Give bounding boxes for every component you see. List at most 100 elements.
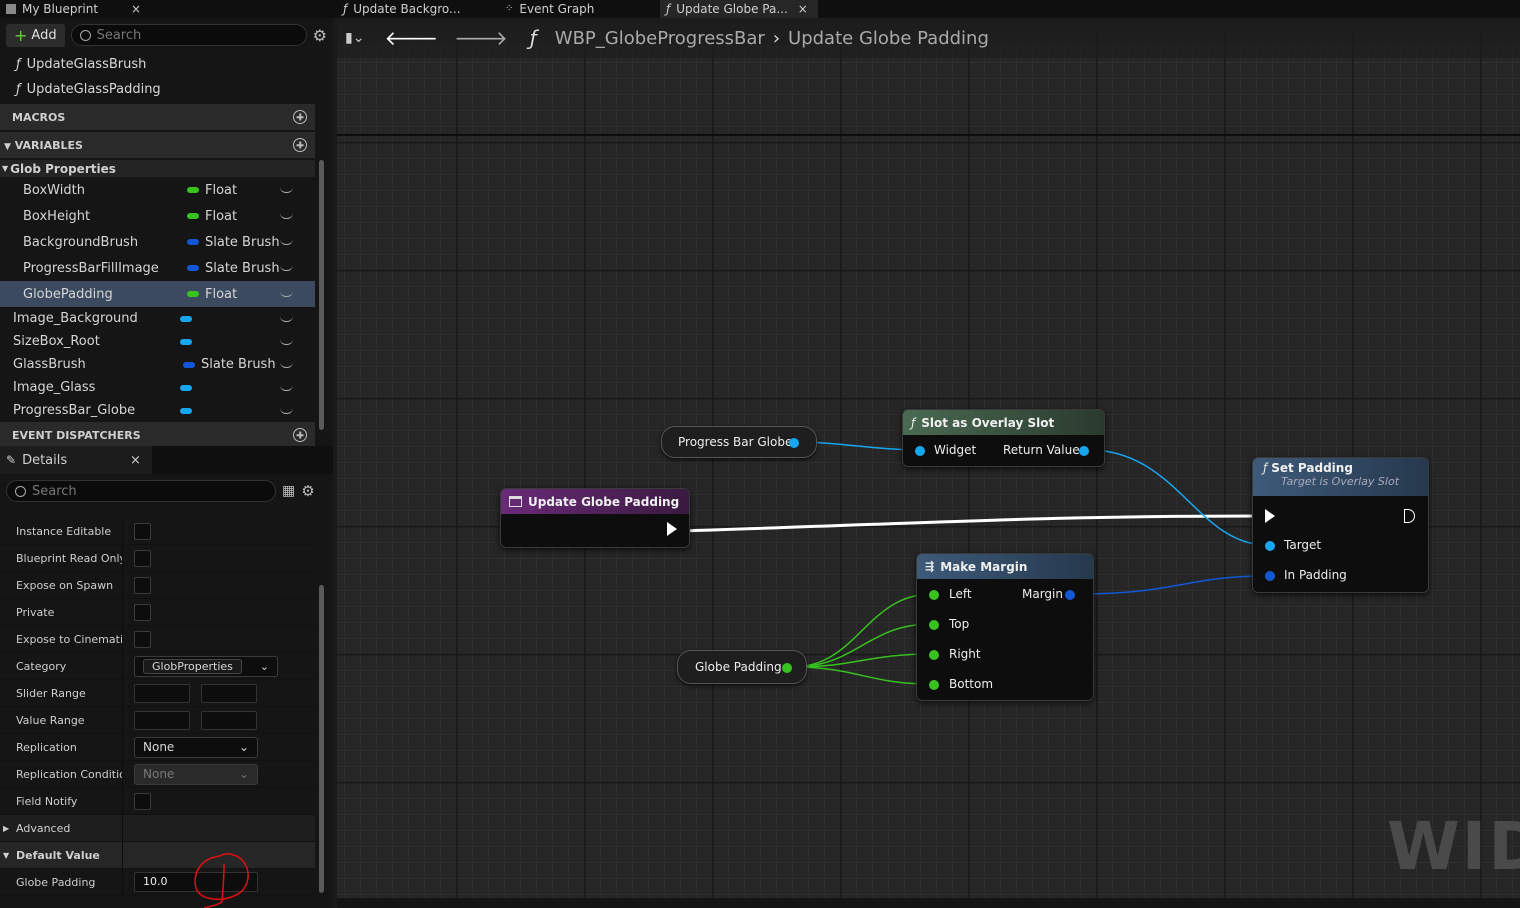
advanced-section[interactable]: ▶ Advanced	[0, 815, 315, 842]
variable-type-pin-icon	[180, 407, 192, 414]
table-view-icon[interactable]: ▦	[282, 483, 295, 499]
variable-item[interactable]: BackgroundBrush Slate Brush	[0, 229, 315, 255]
exec-out-pin-icon[interactable]	[667, 522, 677, 536]
widget-pin-icon[interactable]	[915, 446, 925, 456]
globe-padding-row: Globe Padding 10.0	[0, 869, 315, 896]
tab-update-background[interactable]: ƒ Update Backgro...	[337, 0, 487, 18]
close-icon[interactable]: ×	[130, 453, 141, 468]
category-row: Category GlobProperties ⌄	[0, 653, 315, 680]
bottom-pin-icon[interactable]	[929, 680, 939, 690]
exec-out-pin-icon[interactable]	[1404, 509, 1415, 523]
progress-bar-globe-getter[interactable]: Progress Bar Globe	[661, 426, 817, 458]
eye-closed-icon[interactable]	[280, 408, 293, 414]
variable-item[interactable]: BoxHeight Float	[0, 203, 315, 229]
slider-range-min[interactable]	[134, 683, 190, 703]
replication-condition-select[interactable]: None ⌄	[134, 763, 258, 785]
eye-closed-icon[interactable]	[280, 316, 293, 322]
variable-item[interactable]: SizeBox_Root	[0, 330, 315, 353]
slider-range-max[interactable]	[201, 683, 257, 703]
property-label: Replication Condition	[16, 767, 122, 781]
section-label: EVENT DISPATCHERS	[12, 428, 141, 442]
variable-item[interactable]: Image_Background	[0, 307, 315, 330]
return-pin-icon[interactable]	[1079, 446, 1089, 456]
make-margin-node[interactable]: ⇶ Make Margin Left Margin Top Right Bott…	[916, 553, 1094, 701]
slot-as-overlay-node[interactable]: ƒ Slot as Overlay Slot Widget Return Val…	[902, 409, 1105, 467]
function-item[interactable]: ƒ UpdateGlassBrush	[0, 52, 333, 77]
replication-select[interactable]: None ⌄	[134, 736, 258, 758]
macros-section[interactable]: MACROS	[0, 104, 315, 132]
object-wire[interactable]	[1088, 449, 1268, 546]
my-blueprint-tab[interactable]: My Blueprint ×	[0, 0, 333, 18]
eye-closed-icon[interactable]	[280, 187, 293, 193]
eye-closed-icon[interactable]	[280, 362, 293, 368]
variable-item[interactable]: GlobePadding Float	[0, 281, 315, 307]
details-tab[interactable]: ✎ Details ×	[0, 446, 152, 474]
add-macro-icon[interactable]	[293, 110, 307, 124]
variable-item[interactable]: ProgressBarFillImage Slate Brush	[0, 255, 315, 281]
expose-on-spawn-checkbox[interactable]	[134, 576, 151, 594]
close-icon[interactable]: ×	[798, 2, 808, 16]
float-wire[interactable]	[792, 666, 933, 685]
eye-closed-icon[interactable]	[280, 385, 293, 391]
default-value-section[interactable]: ▼ Default Value	[0, 842, 315, 869]
left-pin-icon[interactable]	[929, 590, 939, 600]
variables-section[interactable]: ▼ VARIABLES	[0, 132, 315, 160]
graph-canvas[interactable]: ▮⌄ 🡐 🡒 ƒ WBP_GlobeProgressBar › Update G…	[337, 18, 1520, 908]
variable-item[interactable]: Image_Glass	[0, 376, 315, 399]
add-dispatcher-icon[interactable]	[293, 428, 307, 442]
eye-closed-icon[interactable]	[280, 213, 293, 219]
margin-pin-icon[interactable]	[1065, 590, 1075, 600]
value-range-max[interactable]	[201, 710, 257, 730]
eye-closed-icon[interactable]	[280, 239, 293, 245]
globe-padding-getter[interactable]: Globe Padding	[677, 650, 807, 684]
expose-cinematics-checkbox[interactable]	[134, 630, 151, 648]
details-scrollbar[interactable]	[319, 585, 324, 893]
struct-wire[interactable]	[1077, 575, 1268, 595]
field-notify-checkbox[interactable]	[134, 792, 151, 810]
category-value: GlobProperties	[143, 658, 242, 674]
my-blueprint-panel: My Blueprint × + Add Search ⚙ ƒ UpdateGlas…	[0, 0, 333, 908]
category-combo[interactable]: GlobProperties ⌄	[134, 655, 278, 677]
instance-editable-checkbox[interactable]	[134, 522, 151, 540]
bp-read-only-row: Blueprint Read Only	[0, 545, 315, 572]
eye-closed-icon[interactable]	[280, 265, 293, 271]
function-item[interactable]: ƒ UpdateGlassPadding	[0, 77, 333, 102]
variable-category[interactable]: ▼ Glob Properties	[0, 160, 315, 177]
tab-update-globe-padding[interactable]: ƒ Update Globe Pa... ×	[660, 0, 818, 18]
function-entry-node[interactable]: Update Globe Padding	[500, 488, 690, 548]
value-range-min[interactable]	[134, 710, 190, 730]
float-pin-icon[interactable]	[782, 663, 792, 673]
node-subtitle: Target is Overlay Slot	[1281, 475, 1400, 488]
in-padding-pin-icon[interactable]	[1265, 571, 1275, 581]
private-checkbox[interactable]	[134, 603, 151, 621]
set-padding-node[interactable]: ƒ Set Padding Target is Overlay Slot Targ…	[1252, 457, 1429, 593]
add-button[interactable]: + Add	[6, 23, 65, 47]
exec-in-pin-icon[interactable]	[1265, 509, 1275, 523]
object-wire[interactable]	[799, 441, 919, 451]
details-icon: ✎	[6, 453, 17, 467]
target-pin-icon[interactable]	[1265, 541, 1275, 551]
object-pin-icon[interactable]	[789, 438, 799, 448]
tab-event-graph[interactable]: ⁘ Event Graph	[499, 0, 649, 18]
collapse-arrow-icon: ▼	[3, 850, 10, 860]
close-icon[interactable]: ×	[131, 2, 141, 16]
variable-item[interactable]: BoxWidth Float	[0, 177, 315, 203]
details-tab-bar: ✎ Details ×	[0, 446, 333, 474]
variable-item[interactable]: GlassBrush Slate Brush	[0, 353, 315, 376]
eye-closed-icon[interactable]	[280, 339, 293, 345]
gear-icon[interactable]: ⚙	[313, 26, 327, 45]
add-variable-icon[interactable]	[293, 138, 307, 152]
blueprint-search-input[interactable]: Search	[70, 24, 307, 46]
right-pin-icon[interactable]	[929, 650, 939, 660]
top-pin-icon[interactable]	[929, 620, 939, 630]
details-search-input[interactable]: Search	[6, 480, 276, 502]
eye-closed-icon[interactable]	[280, 291, 293, 297]
gear-icon[interactable]: ⚙	[301, 482, 314, 500]
bp-read-only-checkbox[interactable]	[134, 549, 151, 567]
variable-type: Slate Brush	[205, 234, 280, 250]
exec-wire[interactable]	[679, 514, 1263, 533]
variable-name: ProgressBar_Globe	[13, 403, 136, 418]
scrollbar[interactable]	[319, 160, 324, 430]
float-wire[interactable]	[792, 593, 933, 668]
variable-item[interactable]: ProgressBar_Globe	[0, 399, 315, 422]
